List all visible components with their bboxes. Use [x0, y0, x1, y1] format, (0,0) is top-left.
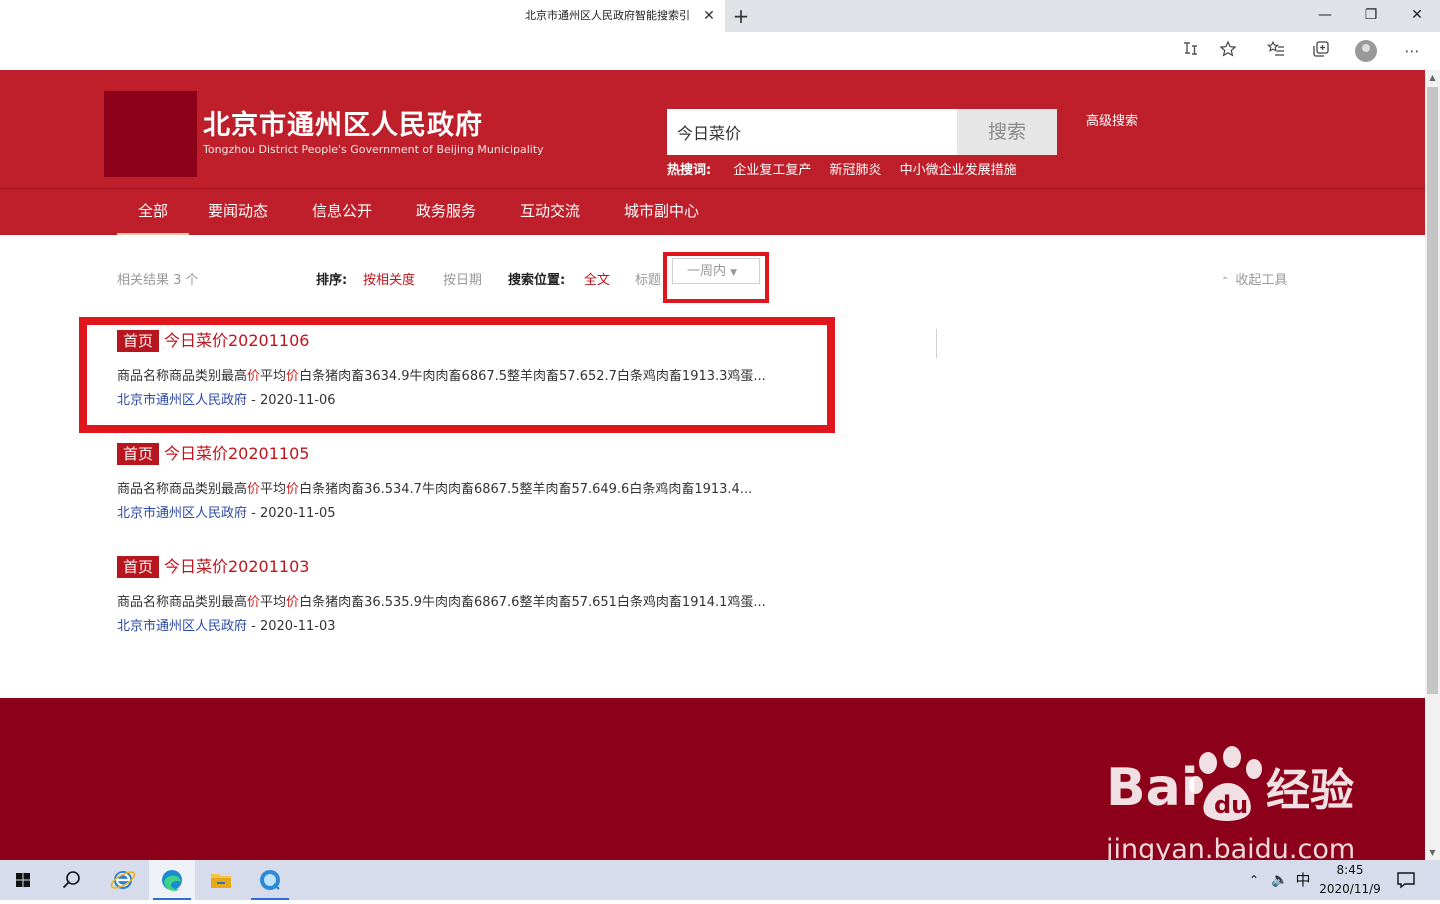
tab-strip-blank — [0, 0, 525, 70]
more-icon[interactable]: ⋯ — [1401, 40, 1423, 62]
new-tab-button[interactable]: + — [730, 4, 752, 28]
position-fulltext[interactable]: 全文 — [584, 269, 610, 288]
result-source: 北京市通州区人民政府 - 2020-11-03 — [117, 615, 336, 634]
result-date: - 2020-11-05 — [251, 506, 336, 521]
result-title-link[interactable]: 今日菜价20201103 — [164, 556, 309, 578]
search-input[interactable] — [667, 109, 957, 155]
profile-avatar[interactable] — [1355, 40, 1377, 62]
scroll-up-icon[interactable]: ▲ — [1425, 70, 1440, 85]
collections-icon[interactable] — [1310, 40, 1332, 62]
volume-icon[interactable]: 🔈 — [1268, 860, 1292, 900]
clock-time[interactable]: 8:45 — [1320, 863, 1380, 877]
favorite-star-icon[interactable] — [1217, 40, 1239, 62]
result-snippet: 商品名称商品类别最高价平均价白条猪肉畜36.534.7牛肉肉畜6867.5整羊肉… — [117, 482, 753, 497]
scrollbar-thumb[interactable] — [1427, 87, 1438, 694]
result-source-link[interactable]: 北京市通州区人民政府 — [117, 506, 247, 521]
sort-by-date[interactable]: 按日期 — [443, 269, 482, 288]
site-subtitle: Tongzhou District People's Government of… — [203, 143, 544, 156]
browser-tab[interactable]: 北京市通州区人民政府智能搜索引 ✕ — [525, 0, 725, 32]
address-bar[interactable] — [535, 36, 1425, 66]
tray-chevron-up-icon[interactable]: ⌃ — [1244, 860, 1264, 900]
hot-word-link[interactable]: 中小微企业发展措施 — [900, 163, 1017, 178]
watermark-brand-cn: 经验 — [1266, 765, 1354, 816]
baidu-jingyan-watermark: Bai du 经验 — [1106, 745, 1366, 825]
tab-news[interactable]: 要闻动态 — [208, 189, 268, 235]
collapse-tools[interactable]: ⌃ 收起工具 — [1221, 269, 1287, 288]
search-position-label: 搜索位置: — [508, 273, 566, 288]
result-source: 北京市通州区人民政府 - 2020-11-05 — [117, 502, 336, 521]
result-tag: 首页 — [117, 443, 159, 465]
advanced-search-link[interactable]: 高级搜索 — [1086, 110, 1138, 129]
file-explorer-icon[interactable] — [198, 860, 244, 900]
windows-start-icon[interactable] — [0, 860, 46, 900]
notification-center-icon[interactable] — [1395, 870, 1417, 890]
sort-label: 排序: — [316, 273, 348, 288]
windows-taskbar: ⌃ 🔈 中 8:45 2020/11/9 — [0, 860, 1440, 900]
tab-close-icon[interactable]: ✕ — [701, 0, 717, 32]
result-date: - 2020-11-03 — [251, 619, 336, 634]
hot-words-bar: 热搜词: 企业复工复产 新冠肺炎 中小微企业发展措施 — [667, 159, 1031, 178]
tab-info-disclosure[interactable]: 信息公开 — [312, 189, 372, 235]
read-aloud-icon[interactable] — [1180, 40, 1202, 62]
collapse-tools-label: 收起工具 — [1235, 273, 1288, 288]
result-tag: 首页 — [117, 556, 159, 578]
svg-text:du: du — [1214, 791, 1248, 819]
minimize-button[interactable]: — — [1302, 0, 1348, 30]
annotation-highlight-box — [663, 252, 769, 303]
annotation-highlight-box — [79, 317, 835, 433]
clock-date[interactable]: 2020/11/9 — [1314, 882, 1386, 896]
browser-app-icon[interactable] — [247, 860, 293, 900]
result-title-link[interactable]: 今日菜价20201105 — [164, 443, 309, 465]
tab-title: 北京市通州区人民政府智能搜索引 — [525, 9, 690, 22]
search-icon[interactable] — [48, 860, 94, 900]
watermark-brand: Bai — [1106, 758, 1199, 818]
result-count: 相关结果 3 个 — [117, 273, 199, 288]
ime-indicator[interactable]: 中 — [1293, 860, 1313, 900]
tab-all[interactable]: 全部 — [117, 189, 189, 235]
hot-word-link[interactable]: 新冠肺炎 — [830, 163, 882, 178]
result-source-link[interactable]: 北京市通州区人民政府 — [117, 619, 247, 634]
edge-icon[interactable] — [149, 860, 195, 900]
chevron-up-icon: ⌃ — [1221, 276, 1230, 287]
search-button[interactable]: 搜索 — [957, 109, 1057, 155]
internet-explorer-icon[interactable] — [100, 860, 146, 900]
tab-interaction[interactable]: 互动交流 — [520, 189, 580, 235]
results-divider — [936, 329, 937, 358]
tab-gov-services[interactable]: 政务服务 — [416, 189, 476, 235]
position-title[interactable]: 标题 — [635, 269, 661, 288]
sort-by-relevance[interactable]: 按相关度 — [363, 269, 415, 288]
favorites-icon[interactable] — [1265, 40, 1287, 62]
result-snippet: 商品名称商品类别最高价平均价白条猪肉畜36.535.9牛肉肉畜6867.6整羊肉… — [117, 595, 766, 610]
close-window-button[interactable]: ✕ — [1394, 0, 1440, 30]
site-title[interactable]: 北京市通州区人民政府 — [203, 103, 483, 142]
tab-city-subcenter[interactable]: 城市副中心 — [624, 189, 699, 235]
site-emblem-logo[interactable] — [104, 91, 197, 177]
browser-toolbar: ⋯ — [525, 32, 1440, 70]
hot-word-link[interactable]: 企业复工复产 — [733, 163, 811, 178]
restore-button[interactable]: ❐ — [1348, 0, 1394, 30]
scroll-down-icon[interactable]: ▼ — [1425, 845, 1440, 860]
hot-words-label: 热搜词: — [667, 163, 712, 178]
